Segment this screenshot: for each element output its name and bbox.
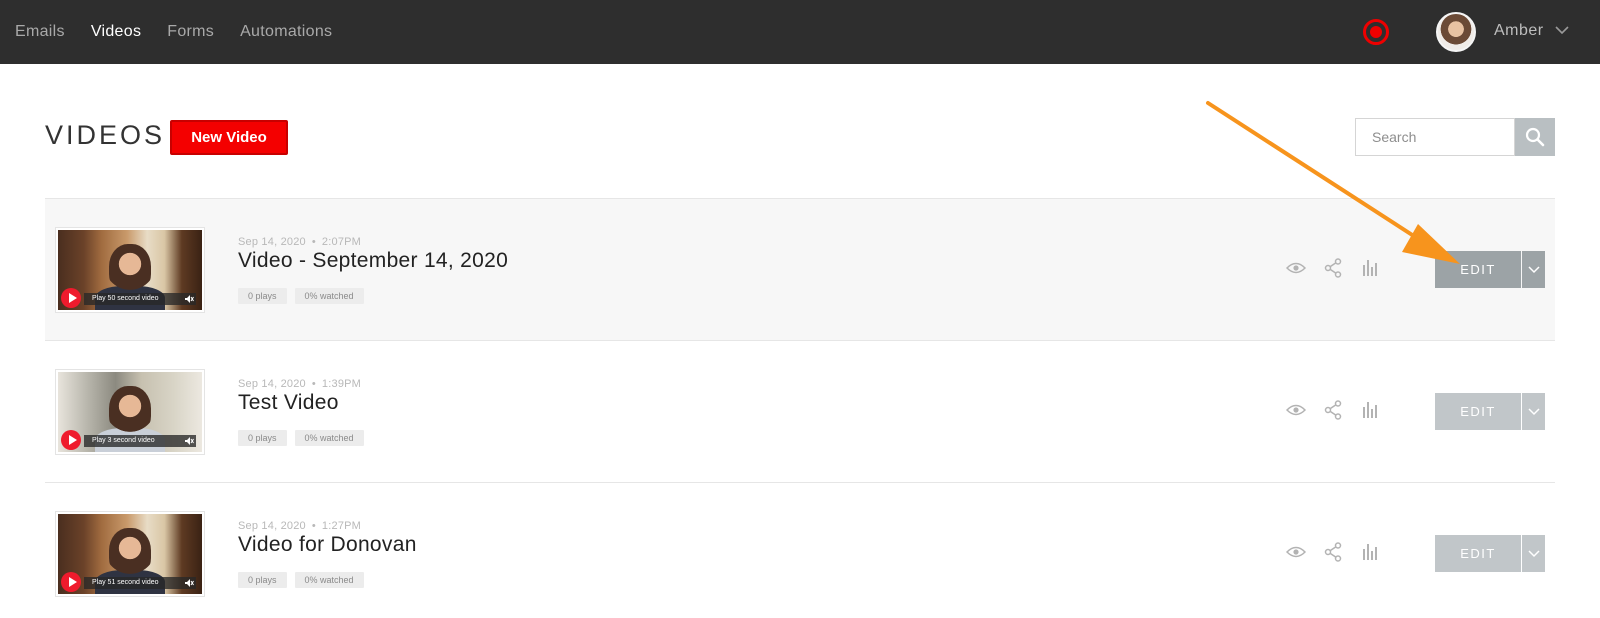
- nav-item-forms[interactable]: Forms: [167, 23, 214, 41]
- video-title[interactable]: Video for Donovan: [238, 533, 417, 557]
- nav-item-emails[interactable]: Emails: [15, 23, 65, 41]
- video-row: Play 3 second video Sep 14, 2020 • 1:39PM …: [45, 340, 1555, 482]
- thumbnail-play-label: Play 50 second video: [84, 293, 196, 305]
- eye-icon[interactable]: [1285, 399, 1307, 421]
- edit-dropdown-button[interactable]: [1522, 535, 1545, 572]
- chevron-down-icon[interactable]: [1554, 22, 1570, 38]
- bar-chart-icon[interactable]: [1359, 399, 1381, 421]
- thumbnail-play-label: Play 51 second video: [84, 577, 196, 589]
- nav-item-videos[interactable]: Videos: [91, 23, 141, 41]
- play-icon[interactable]: [61, 572, 81, 592]
- video-title[interactable]: Test Video: [238, 391, 339, 415]
- user-name[interactable]: Amber: [1494, 22, 1544, 40]
- thumbnail-play-label: Play 3 second video: [84, 435, 196, 447]
- video-meta: Sep 14, 2020 • 1:39PM: [238, 378, 362, 390]
- edit-button-group: EDIT: [1435, 393, 1545, 430]
- video-date: Sep 14, 2020: [238, 520, 306, 532]
- plays-badge: 0 plays: [238, 430, 287, 446]
- avatar[interactable]: [1436, 12, 1476, 52]
- mute-icon: [185, 579, 194, 587]
- page-title: VIDEOS: [45, 120, 166, 150]
- video-row: Play 51 second video Sep 14, 2020 • 1:27PM…: [45, 482, 1555, 618]
- video-time: 1:39PM: [321, 378, 362, 390]
- chevron-down-icon: [1527, 407, 1540, 415]
- bar-chart-icon[interactable]: [1359, 257, 1381, 279]
- row-actions: [1285, 541, 1396, 563]
- video-meta: Sep 14, 2020 • 2:07PM: [238, 236, 362, 248]
- video-date: Sep 14, 2020: [238, 378, 306, 390]
- edit-button[interactable]: EDIT: [1435, 251, 1521, 288]
- mute-icon: [185, 437, 194, 445]
- video-title[interactable]: Video - September 14, 2020: [238, 249, 508, 273]
- new-video-button[interactable]: New Video: [170, 120, 288, 155]
- edit-button[interactable]: EDIT: [1435, 393, 1521, 430]
- bar-chart-icon[interactable]: [1359, 541, 1381, 563]
- play-icon[interactable]: [61, 288, 81, 308]
- chevron-down-icon: [1527, 265, 1540, 273]
- share-icon[interactable]: [1322, 399, 1344, 421]
- nav-item-automations[interactable]: Automations: [240, 23, 332, 41]
- watched-badge: 0% watched: [294, 430, 364, 446]
- top-nav-bar: Emails Videos Forms Automations Amber: [0, 0, 1600, 64]
- mute-icon: [185, 295, 194, 303]
- share-icon[interactable]: [1322, 257, 1344, 279]
- search-icon: [1525, 127, 1545, 147]
- video-time: 1:27PM: [321, 520, 362, 532]
- video-list: Play 50 second video Sep 14, 2020 • 2:07PM…: [45, 198, 1555, 618]
- search-button[interactable]: [1515, 118, 1555, 156]
- video-meta: Sep 14, 2020 • 1:27PM: [238, 520, 362, 532]
- edit-dropdown-button[interactable]: [1522, 393, 1545, 430]
- video-time: 2:07PM: [321, 236, 362, 248]
- plays-badge: 0 plays: [238, 572, 287, 588]
- eye-icon[interactable]: [1285, 541, 1307, 563]
- row-actions: [1285, 399, 1396, 421]
- share-icon[interactable]: [1322, 541, 1344, 563]
- edit-button-group: EDIT: [1435, 535, 1545, 572]
- watched-badge: 0% watched: [294, 288, 364, 304]
- search-input[interactable]: [1355, 118, 1515, 156]
- chevron-down-icon: [1527, 549, 1540, 557]
- edit-button[interactable]: EDIT: [1435, 535, 1521, 572]
- watched-badge: 0% watched: [294, 572, 364, 588]
- video-thumbnail[interactable]: Play 3 second video: [55, 369, 205, 455]
- video-thumbnail[interactable]: Play 50 second video: [55, 227, 205, 313]
- play-icon[interactable]: [61, 430, 81, 450]
- record-icon[interactable]: [1363, 19, 1389, 45]
- video-thumbnail[interactable]: Play 51 second video: [55, 511, 205, 597]
- video-date: Sep 14, 2020: [238, 236, 306, 248]
- edit-dropdown-button[interactable]: [1522, 251, 1545, 288]
- video-row: Play 50 second video Sep 14, 2020 • 2:07PM…: [45, 198, 1555, 340]
- main-nav: Emails Videos Forms Automations: [15, 0, 358, 64]
- plays-badge: 0 plays: [238, 288, 287, 304]
- edit-button-group: EDIT: [1435, 251, 1545, 288]
- eye-icon[interactable]: [1285, 257, 1307, 279]
- row-actions: [1285, 257, 1396, 279]
